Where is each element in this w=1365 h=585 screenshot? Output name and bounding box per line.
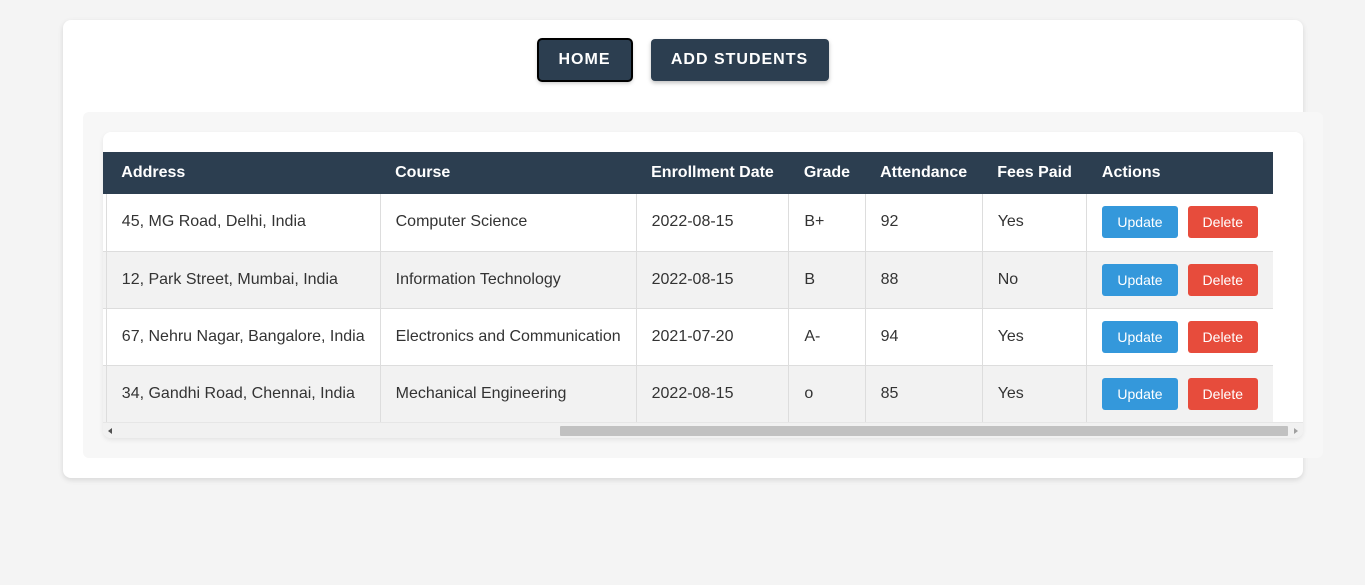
cell-enrollment-date: 2021-07-20 — [636, 308, 790, 366]
cell-grade: B — [788, 251, 866, 309]
top-nav: HOME ADD STUDENTS — [63, 38, 1303, 82]
header-actions: Actions — [1101, 164, 1161, 181]
cell-enrollment-date: 2022-08-15 — [636, 251, 790, 309]
scroll-left-arrow-icon[interactable] — [108, 428, 112, 434]
students-table: Address Course Enrollment Date Grade Att… — [103, 152, 1274, 422]
delete-button[interactable]: Delete — [1187, 377, 1259, 410]
cell-course: Information Technology — [380, 251, 637, 309]
cell-enrollment-date: 2022-08-15 — [636, 365, 790, 422]
cell-grade: A- — [788, 308, 866, 366]
table-row: 55 34, Gandhi Road, Chennai, India Mecha… — [103, 365, 1274, 422]
header-grade: Grade — [803, 164, 851, 181]
delete-button[interactable]: Delete — [1187, 320, 1259, 353]
header-course: Course — [395, 164, 451, 181]
delete-button[interactable]: Delete — [1187, 206, 1259, 239]
cell-address: 12, Park Street, Mumbai, India — [106, 251, 381, 309]
cell-actions: Update Delete — [1086, 308, 1274, 366]
cell-course: Mechanical Engineering — [380, 365, 637, 422]
cell-grade: o — [788, 365, 866, 422]
cell-grade: B+ — [788, 194, 866, 252]
update-button[interactable]: Update — [1102, 206, 1178, 239]
cell-actions: Update Delete — [1086, 365, 1274, 422]
horizontal-scrollbar[interactable] — [103, 422, 1303, 438]
cell-attendance: 94 — [865, 308, 983, 366]
scroll-right-arrow-icon[interactable] — [1294, 428, 1298, 434]
cell-attendance: 92 — [865, 194, 983, 252]
cell-address: 45, MG Road, Delhi, India — [106, 194, 381, 252]
delete-button[interactable]: Delete — [1187, 263, 1259, 296]
header-attendance: Attendance — [880, 164, 968, 181]
cell-actions: Update Delete — [1086, 251, 1274, 309]
header-fees-paid: Fees Paid — [997, 164, 1072, 181]
update-button[interactable]: Update — [1102, 320, 1178, 353]
add-students-button[interactable]: ADD STUDENTS — [650, 39, 829, 81]
header-address: Address — [121, 164, 186, 181]
table-header-row: Address Course Enrollment Date Grade Att… — [103, 152, 1274, 194]
cell-course: Electronics and Communication — [380, 308, 637, 366]
cell-fees-paid: Yes — [982, 308, 1088, 366]
header-enrollment-date: Enrollment Date — [651, 164, 774, 181]
cell-attendance: 88 — [865, 251, 983, 309]
cell-fees-paid: No — [982, 251, 1088, 309]
table-row: 78 12, Park Street, Mumbai, India Inform… — [103, 251, 1274, 309]
cell-enrollment-date: 2022-08-15 — [636, 194, 790, 252]
update-button[interactable]: Update — [1102, 377, 1178, 410]
scroll-thumb[interactable] — [560, 426, 1288, 436]
cell-address: 34, Gandhi Road, Chennai, India — [106, 365, 381, 422]
table-viewport: Address Course Enrollment Date Grade Att… — [103, 152, 1303, 422]
cell-fees-paid: Yes — [982, 365, 1088, 422]
cell-fees-paid: Yes — [982, 194, 1088, 252]
table-row: 33 67, Nehru Nagar, Bangalore, India Ele… — [103, 308, 1274, 366]
update-button[interactable]: Update — [1102, 263, 1178, 296]
cell-course: Computer Science — [380, 194, 637, 252]
cell-actions: Update Delete — [1086, 194, 1274, 252]
table-container: Address Course Enrollment Date Grade Att… — [103, 132, 1303, 438]
cell-address: 67, Nehru Nagar, Bangalore, India — [106, 308, 381, 366]
table-row: 10 45, MG Road, Delhi, India Computer Sc… — [103, 194, 1274, 252]
home-button[interactable]: HOME — [536, 38, 633, 82]
cell-attendance: 85 — [865, 365, 983, 422]
table-panel: Address Course Enrollment Date Grade Att… — [83, 112, 1323, 458]
